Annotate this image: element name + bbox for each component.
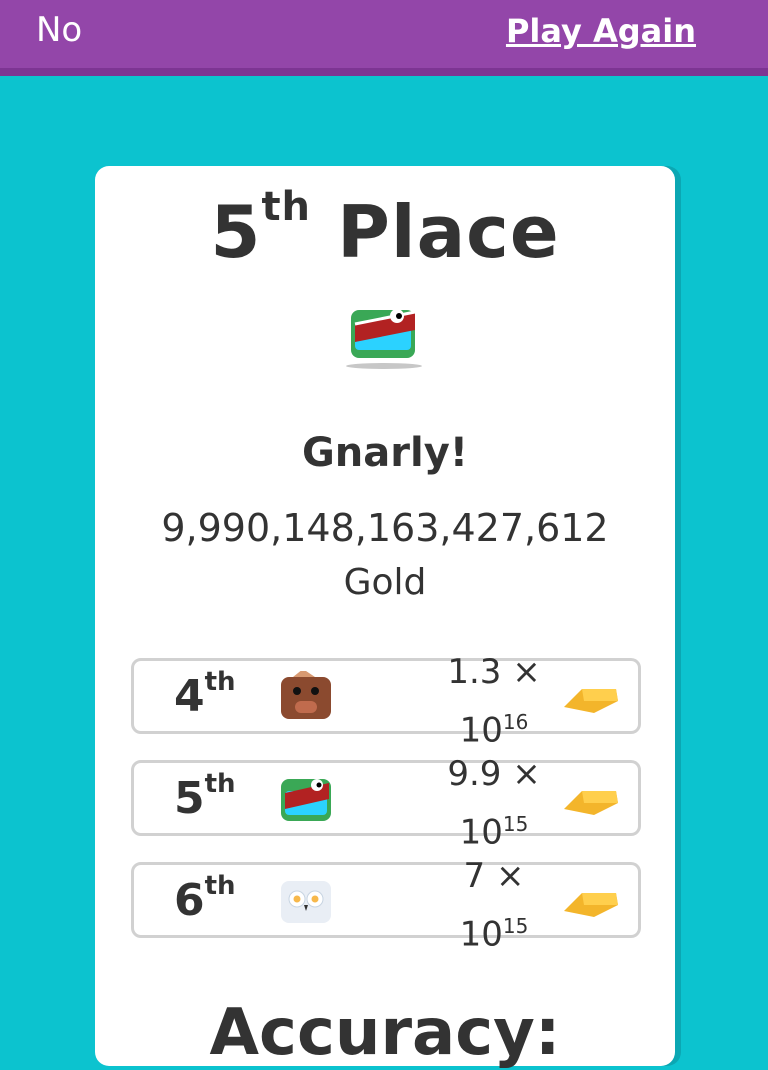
rank-score: 1.3 × 1016	[447, 652, 541, 751]
rank-place: 5th	[174, 769, 236, 824]
boar-avatar-icon	[281, 671, 331, 719]
rank-score: 9.9 × 1015	[447, 754, 541, 853]
results-card: 5th Place Gnarly! 9,990,148,163,427,612 …	[95, 166, 675, 1070]
rank-row: 6th 7 × 1015	[131, 856, 641, 954]
play-again-link[interactable]: Play Again	[506, 12, 696, 50]
rank-score: 7 × 1015	[459, 856, 529, 955]
gold-bars-icon	[564, 689, 618, 713]
gold-label: Gold	[343, 562, 427, 603]
owl-avatar-icon	[281, 881, 331, 923]
top-bar: No Play Again	[0, 0, 768, 76]
rank-place: 4th	[174, 667, 236, 722]
praise-text: Gnarly!	[301, 430, 469, 476]
crocodile-avatar-icon	[281, 779, 331, 821]
gold-bars-icon	[564, 893, 618, 917]
gold-bars-icon	[564, 791, 618, 815]
crocodile-avatar-icon	[346, 309, 422, 369]
accuracy-heading: Accuracy:	[209, 996, 561, 1070]
rank-row: 4th 1.3 × 1016	[131, 652, 641, 750]
no-button[interactable]: No	[36, 10, 82, 50]
rank-row: 5th 9.9 × 1015	[131, 754, 641, 852]
gold-amount: 9,990,148,163,427,612	[161, 506, 609, 550]
rank-place: 6th	[174, 871, 236, 926]
place-title: 5th Place	[210, 184, 560, 274]
